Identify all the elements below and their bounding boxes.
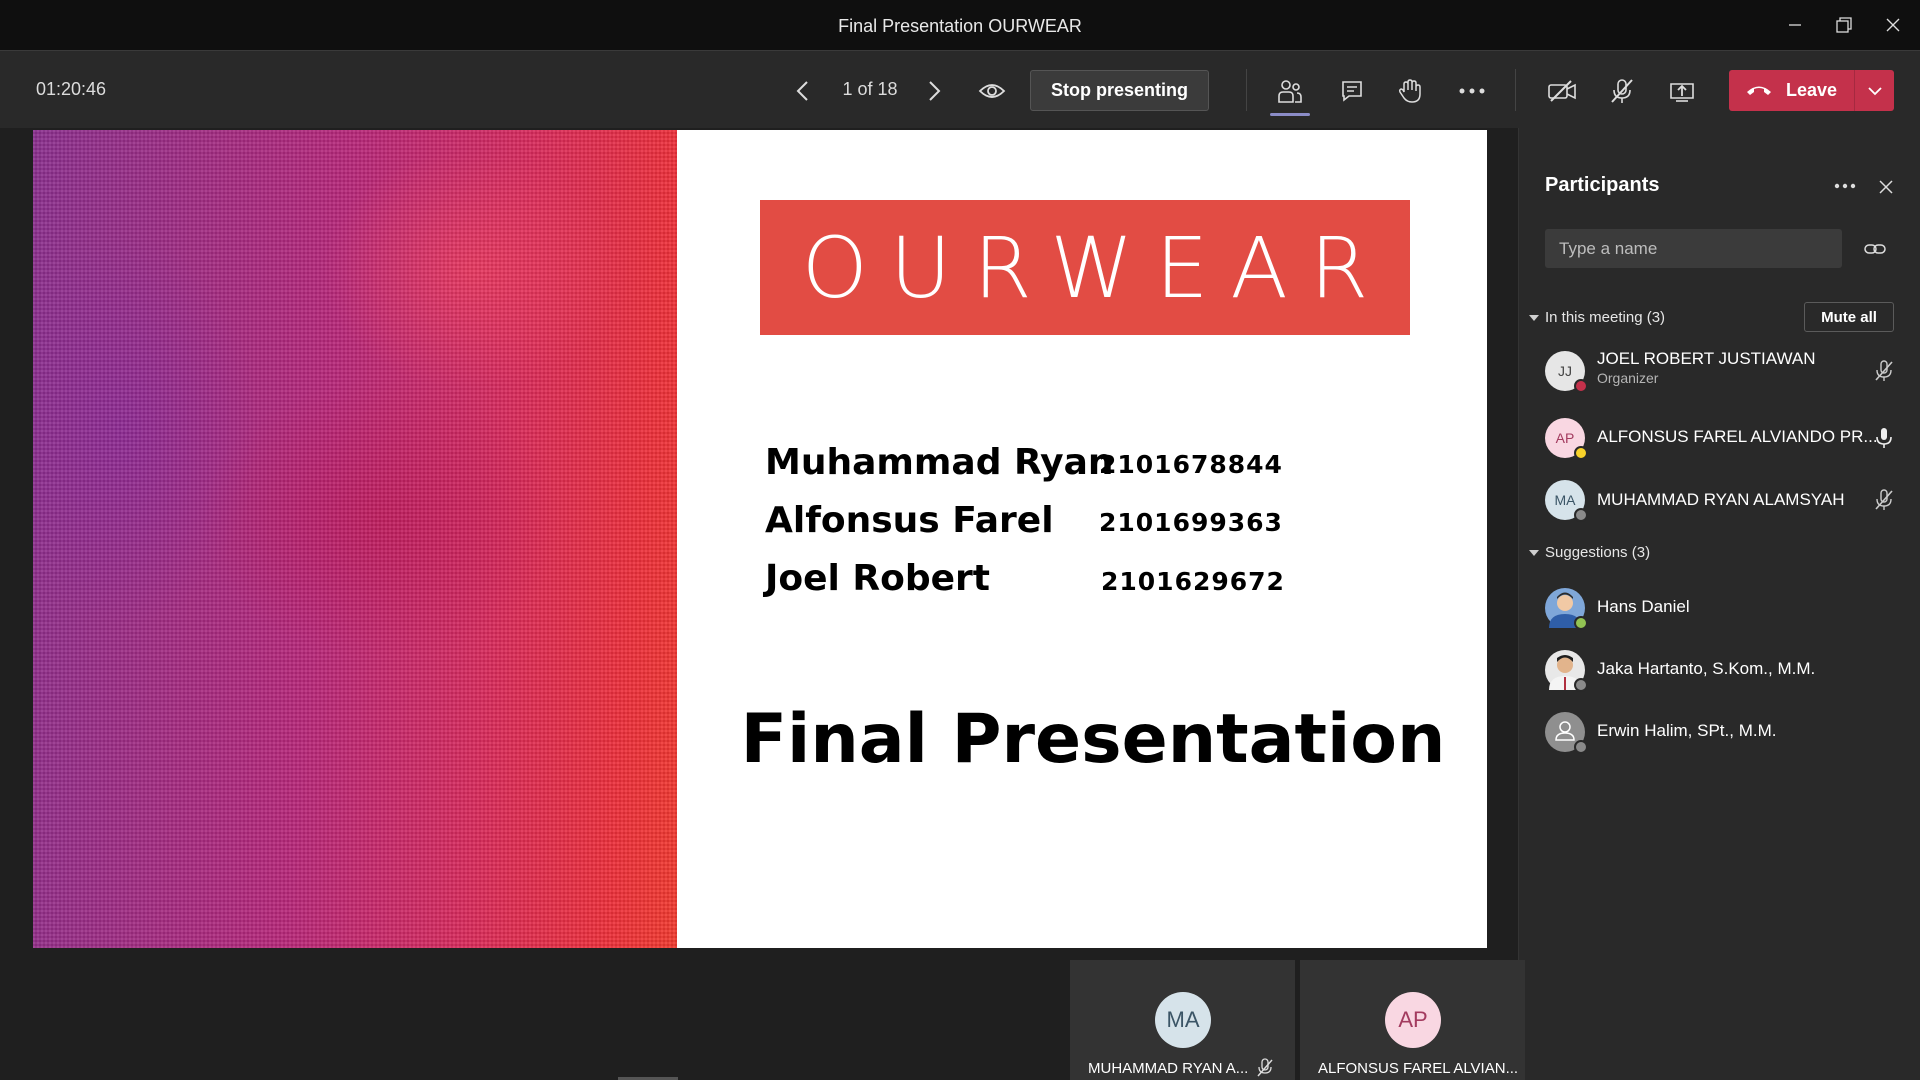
meeting-toolbar: 01:20:46 1 of 18 Stop presenting Leave xyxy=(0,50,1920,128)
member-name: Muhammad Ryan xyxy=(765,442,1114,483)
slide-background-art xyxy=(33,130,677,948)
avatar: MA xyxy=(1155,992,1211,1048)
participant-row[interactable]: JJ JOEL ROBERT JUSTIAWAN Organizer xyxy=(1519,343,1920,399)
leave-label: Leave xyxy=(1785,80,1838,100)
mic-off-icon xyxy=(1871,358,1897,384)
page-counter: 1 of 18 xyxy=(842,79,898,99)
panel-title: Participants xyxy=(1545,174,1660,196)
avatar-initials: MA xyxy=(1554,492,1576,508)
suggestion-name: Jaka Hartanto, S.Kom., M.M. xyxy=(1597,659,1816,678)
participant-name: MUHAMMAD RYAN ALAMSYAH xyxy=(1597,490,1845,509)
caret-down-icon xyxy=(1529,314,1539,321)
logo-text: OURWEAR xyxy=(801,218,1391,317)
stop-presenting-button[interactable]: Stop presenting xyxy=(1030,70,1209,111)
leave-main[interactable]: Leave xyxy=(1729,70,1854,111)
member-id: 2101629672 xyxy=(1101,567,1285,596)
tile-name: ALFONSUS FAREL ALVIAN... xyxy=(1318,1060,1519,1077)
caret-down-icon xyxy=(1529,549,1539,556)
participant-name: JOEL ROBERT JUSTIAWAN xyxy=(1597,349,1816,368)
video-tile[interactable]: MA MUHAMMAD RYAN A... xyxy=(1070,960,1295,1080)
minimize-icon[interactable] xyxy=(1775,8,1815,42)
member-name: Joel Robert xyxy=(765,558,991,599)
section-label: In this meeting (3) xyxy=(1545,309,1666,326)
people-icon[interactable] xyxy=(1268,69,1312,113)
status-offline-icon xyxy=(1574,678,1588,692)
member-name: Alfonsus Farel xyxy=(765,500,1054,541)
mic-off-icon xyxy=(1871,487,1897,513)
window-title: Final Presentation OURWEAR xyxy=(838,16,1082,36)
toolbar-divider xyxy=(1515,69,1516,111)
mic-off-icon[interactable] xyxy=(1600,69,1644,113)
avatar: AP xyxy=(1545,418,1588,460)
suggestion-row[interactable]: Hans Daniel xyxy=(1519,582,1920,638)
in-meeting-header[interactable]: In this meeting (3) xyxy=(1529,309,1665,326)
title-bar: Final Presentation OURWEAR xyxy=(0,0,1920,50)
participant-role: Organizer xyxy=(1597,370,1659,386)
chevron-down-icon[interactable] xyxy=(1855,70,1894,111)
suggestion-name: Hans Daniel xyxy=(1597,597,1690,616)
avatar: AP xyxy=(1385,992,1441,1048)
suggestion-name: Erwin Halim, SPt., M.M. xyxy=(1597,721,1777,740)
raise-hand-icon[interactable] xyxy=(1388,69,1432,113)
member-id: 2101699363 xyxy=(1099,508,1283,537)
more-icon[interactable] xyxy=(1450,69,1494,113)
participant-search-input[interactable] xyxy=(1545,229,1842,268)
share-tray-icon[interactable] xyxy=(1660,69,1704,113)
close-icon[interactable] xyxy=(1871,172,1901,202)
video-tile[interactable]: AP ALFONSUS FAREL ALVIAN... xyxy=(1300,960,1525,1080)
participant-row[interactable]: AP ALFONSUS FAREL ALVIANDO PR... xyxy=(1519,410,1920,466)
avatar-photo xyxy=(1545,650,1588,692)
status-busy-icon xyxy=(1574,379,1588,393)
participant-row[interactable]: MA MUHAMMAD RYAN ALAMSYAH xyxy=(1519,472,1920,528)
avatar-initials: JJ xyxy=(1558,363,1572,379)
suggestion-row[interactable]: Jaka Hartanto, S.Kom., M.M. xyxy=(1519,644,1920,700)
section-label: Suggestions (3) xyxy=(1545,544,1651,561)
camera-off-icon[interactable] xyxy=(1540,69,1584,113)
status-offline-icon xyxy=(1574,508,1588,522)
default-avatar-icon xyxy=(1545,712,1588,754)
avatar: JJ xyxy=(1545,351,1588,393)
avatar-initials: AP xyxy=(1555,430,1575,446)
toolbar-divider xyxy=(1246,69,1247,111)
member-id: 2101678844 xyxy=(1099,450,1283,479)
chevron-left-icon[interactable] xyxy=(781,69,825,113)
mic-off-icon xyxy=(1256,1058,1276,1078)
participants-panel: Participants In this meeting (3) Mute al… xyxy=(1518,128,1920,1080)
chevron-right-icon[interactable] xyxy=(912,69,956,113)
eye-icon[interactable] xyxy=(970,69,1014,113)
mute-all-button[interactable]: Mute all xyxy=(1804,302,1894,332)
leave-button[interactable]: Leave xyxy=(1729,70,1894,111)
active-tab-indicator xyxy=(1270,113,1310,116)
status-offline-icon xyxy=(1574,740,1588,754)
avatar-photo xyxy=(1545,588,1588,630)
status-available-icon xyxy=(1574,616,1588,630)
avatar-initials: MA xyxy=(1166,1007,1200,1032)
tile-name: MUHAMMAD RYAN A... xyxy=(1088,1060,1249,1077)
slide-title: Final Presentation xyxy=(740,700,1446,779)
chat-icon[interactable] xyxy=(1330,69,1374,113)
meeting-timer: 01:20:46 xyxy=(36,79,107,99)
participant-name: ALFONSUS FAREL ALVIANDO PR... xyxy=(1597,427,1878,446)
copy-link-icon[interactable] xyxy=(1859,234,1891,264)
close-icon[interactable] xyxy=(1873,8,1913,42)
suggestion-row[interactable]: Erwin Halim, SPt., M.M. xyxy=(1519,706,1920,762)
ourwear-logo: OURWEAR xyxy=(760,200,1410,335)
mic-on-icon xyxy=(1871,425,1897,451)
more-icon[interactable] xyxy=(1829,172,1861,200)
shared-slide: OURWEAR Muhammad Ryan 2101678844 Alfonsu… xyxy=(33,130,1487,948)
status-away-icon xyxy=(1574,446,1588,460)
avatar-initials: AP xyxy=(1398,1007,1428,1032)
avatar: MA xyxy=(1545,480,1588,522)
phone-hangup-icon xyxy=(1746,80,1772,101)
suggestions-header[interactable]: Suggestions (3) xyxy=(1529,544,1650,561)
restore-icon[interactable] xyxy=(1824,8,1864,42)
